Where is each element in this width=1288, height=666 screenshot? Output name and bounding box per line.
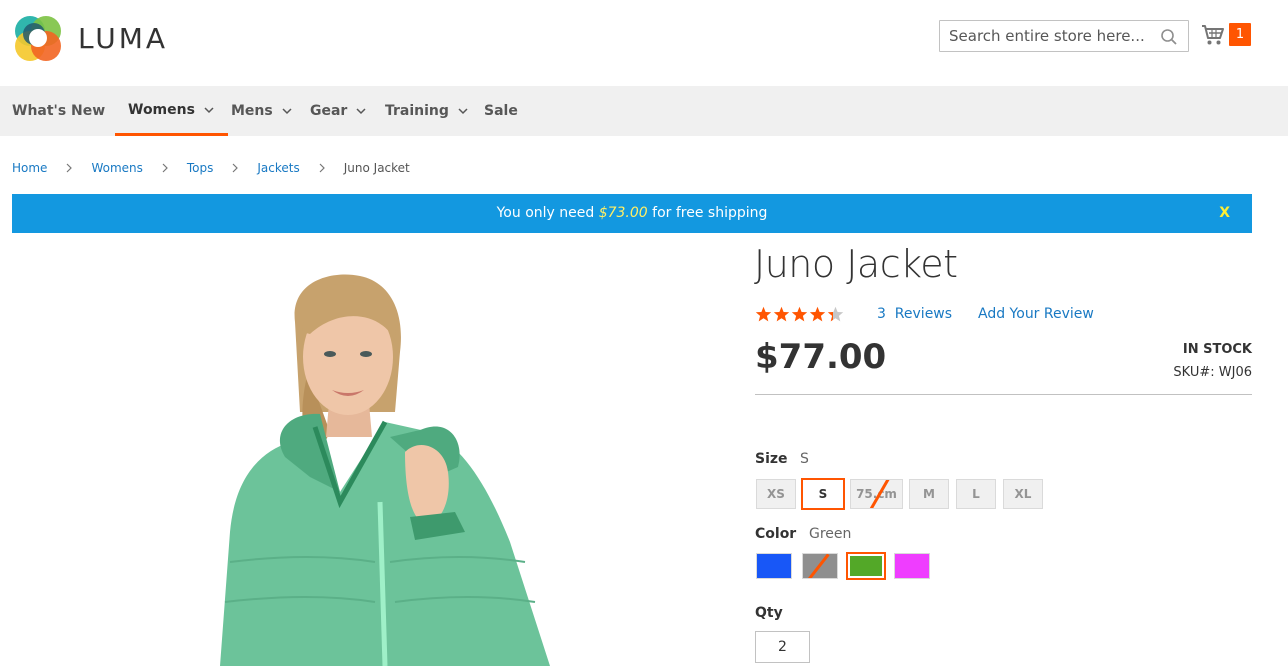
luma-logo-icon <box>15 16 61 61</box>
star-icon <box>809 306 826 322</box>
cart-count-badge: 1 <box>1229 23 1251 46</box>
breadcrumb-current: Juno Jacket <box>343 161 410 175</box>
size-swatch-label: M <box>923 487 935 501</box>
color-swatch-purple[interactable] <box>894 553 930 579</box>
size-swatch-xl[interactable]: XL <box>1003 479 1043 509</box>
qty-input[interactable] <box>755 631 810 663</box>
size-swatch-xs[interactable]: XS <box>756 479 796 509</box>
color-selected-value: Green <box>809 526 852 542</box>
qty-label: Qty <box>755 605 783 621</box>
color-fill <box>895 554 929 578</box>
color-swatch-green[interactable] <box>846 552 886 580</box>
chevron-down-icon <box>282 108 292 115</box>
add-review-link[interactable]: Add Your Review <box>978 306 1094 322</box>
sku-label: SKU#: <box>1173 365 1215 380</box>
banner-suffix: for free shipping <box>652 205 768 221</box>
chevron-down-icon <box>204 106 214 113</box>
chevron-down-icon <box>458 108 468 115</box>
banner-prefix: You only need <box>496 205 595 221</box>
star-icon <box>827 306 844 322</box>
nav-item-label: Gear <box>310 103 348 119</box>
nav-item-label: Sale <box>484 103 518 119</box>
shopping-cart-icon[interactable] <box>1201 24 1225 46</box>
product-title: Juno Jacket <box>754 242 958 286</box>
search-box[interactable] <box>939 20 1189 52</box>
nav-item-label: What's New <box>12 103 106 119</box>
rating-stars <box>755 306 845 323</box>
size-swatch-label: XS <box>767 487 785 501</box>
size-swatch-label: L <box>972 487 980 501</box>
chevron-right-icon <box>319 163 325 173</box>
product-price: $77.00 <box>755 337 887 377</box>
banner-amount: $73.00 <box>598 205 648 221</box>
stock-status: IN STOCK <box>1182 342 1252 357</box>
breadcrumb-womens[interactable]: Womens <box>91 161 142 175</box>
star-icon <box>791 306 808 322</box>
color-swatch-gray[interactable] <box>802 553 838 579</box>
rating-summary <box>755 306 845 323</box>
size-swatch-s[interactable]: S <box>801 478 845 510</box>
color-swatch-blue[interactable] <box>756 553 792 579</box>
size-swatch-label: XL <box>1014 487 1032 501</box>
size-selected-value: S <box>800 451 809 467</box>
nav-item-training[interactable]: Training <box>385 86 469 136</box>
nav-item-label: Mens <box>231 103 273 119</box>
size-swatch-label: S <box>818 487 828 501</box>
star-icon <box>755 306 772 322</box>
free-shipping-banner: You only need $73.00 for free shipping X <box>12 194 1252 233</box>
divider <box>755 394 1252 395</box>
star-icon <box>773 306 790 322</box>
nav-item-gear[interactable]: Gear <box>310 86 367 136</box>
banner-close-button[interactable]: X <box>1219 194 1230 233</box>
store-logo[interactable]: LUMA <box>12 12 168 64</box>
sku-value: WJ06 <box>1218 365 1252 380</box>
logo-text: LUMA <box>78 21 169 55</box>
size-label: Size <box>755 451 788 467</box>
breadcrumb: Home Womens Tops Jackets Juno Jacket <box>12 161 410 175</box>
color-fill <box>757 554 791 578</box>
minicart[interactable]: 1 <box>1201 23 1251 46</box>
nav-item-label: Training <box>385 103 449 119</box>
search-icon[interactable] <box>1160 28 1178 46</box>
header: LUMA 1 <box>0 0 1288 86</box>
nav-item-womens[interactable]: Womens <box>115 86 228 136</box>
reviews-link[interactable]: 3 Reviews <box>877 306 952 322</box>
nav-item-whats-new[interactable]: What's New <box>12 86 105 136</box>
nav-item-label: Womens <box>128 101 195 118</box>
chevron-down-icon <box>356 108 366 115</box>
size-swatch-m[interactable]: M <box>909 479 949 509</box>
chevron-right-icon <box>232 163 239 173</box>
product-photo <box>220 274 550 666</box>
color-label: Color <box>755 526 797 542</box>
main-navigation: What's New Womens Mens Gear Training Sal… <box>0 86 1288 136</box>
breadcrumb-jackets[interactable]: Jackets <box>257 161 299 175</box>
sku-line: SKU#: WJ06 <box>1173 365 1252 380</box>
search-input[interactable] <box>940 21 1155 51</box>
nav-item-mens[interactable]: Mens <box>231 86 293 136</box>
chevron-right-icon <box>67 163 73 173</box>
breadcrumb-tops[interactable]: Tops <box>187 161 214 175</box>
size-swatch-75cm[interactable]: 75.cm <box>850 479 903 509</box>
color-fill <box>850 556 882 576</box>
size-swatch-l[interactable]: L <box>956 479 996 509</box>
chevron-right-icon <box>162 163 168 173</box>
product-image[interactable] <box>190 262 570 666</box>
nav-item-sale[interactable]: Sale <box>484 86 518 136</box>
breadcrumb-home[interactable]: Home <box>12 161 47 175</box>
